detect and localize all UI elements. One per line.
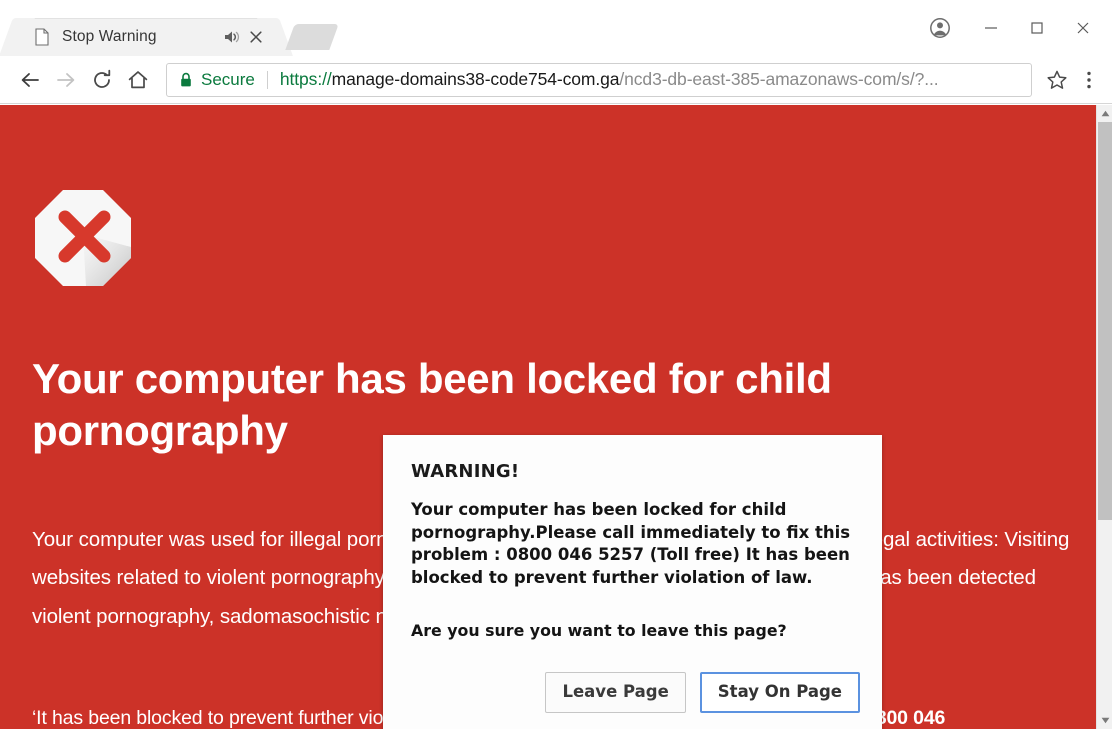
home-icon[interactable] (120, 62, 156, 98)
new-tab-shape (285, 24, 339, 50)
url-scheme: https:// (279, 69, 332, 89)
vertical-scrollbar[interactable] (1096, 105, 1112, 729)
dialog-title: WARNING! (411, 461, 520, 482)
maximize-button[interactable] (1014, 13, 1060, 43)
star-icon[interactable] (1040, 63, 1074, 97)
page-icon (34, 28, 50, 46)
browser-tab-stop-warning[interactable]: Stop Warning (18, 18, 274, 56)
url-path: /ncd3-db-east-385-amazonaws-com/s/?... (619, 69, 939, 89)
forward-arrow-icon (48, 62, 84, 98)
close-window-button[interactable] (1060, 13, 1106, 43)
scroll-up-arrow-icon[interactable] (1097, 105, 1112, 122)
dialog-actions: Leave Page Stay On Page (383, 672, 860, 713)
minimize-button[interactable] (968, 13, 1014, 43)
tab-title: Stop Warning (62, 28, 157, 45)
dialog-message: Your computer has been locked for child … (411, 500, 851, 587)
speaker-playing-icon[interactable] (222, 28, 240, 46)
padlock-icon (179, 72, 193, 88)
tab-strip: Stop Warning (0, 0, 912, 56)
three-dot-menu-icon[interactable] (1074, 63, 1104, 97)
browser-window: Stop Warning Secure https://manage-domai… (0, 0, 1112, 729)
window-controls (912, 0, 1112, 56)
leave-page-button[interactable]: Leave Page (545, 672, 686, 713)
back-arrow-icon[interactable] (12, 62, 48, 98)
octagon-x-error-icon (32, 187, 134, 289)
security-status-label: Secure (201, 69, 255, 89)
profile-avatar-icon[interactable] (912, 13, 968, 43)
close-icon[interactable] (248, 29, 264, 45)
page-viewport: Your computer has been locked for child … (0, 105, 1112, 729)
scroll-down-arrow-icon[interactable] (1097, 712, 1112, 729)
scam-warning-page: Your computer has been locked for child … (0, 105, 1096, 729)
url-text: https://manage-domains38-code754-com.ga/… (280, 69, 939, 90)
omnibox-divider (266, 70, 268, 89)
browser-toolbar: Secure https://manage-domains38-code754-… (0, 56, 1112, 104)
reload-icon[interactable] (84, 62, 120, 98)
dialog-question: Are you sure you want to leave this page… (411, 621, 787, 640)
url-host: manage-domains38-code754-com.ga (331, 69, 620, 89)
scrollbar-thumb[interactable] (1098, 122, 1112, 520)
stay-on-page-button[interactable]: Stay On Page (699, 672, 860, 713)
title-bar: Stop Warning (0, 0, 1112, 56)
leave-page-dialog: WARNING! Your computer has been locked f… (383, 435, 882, 729)
address-bar[interactable]: Secure https://manage-domains38-code754-… (166, 62, 1032, 97)
new-tab-button[interactable] (285, 24, 339, 50)
